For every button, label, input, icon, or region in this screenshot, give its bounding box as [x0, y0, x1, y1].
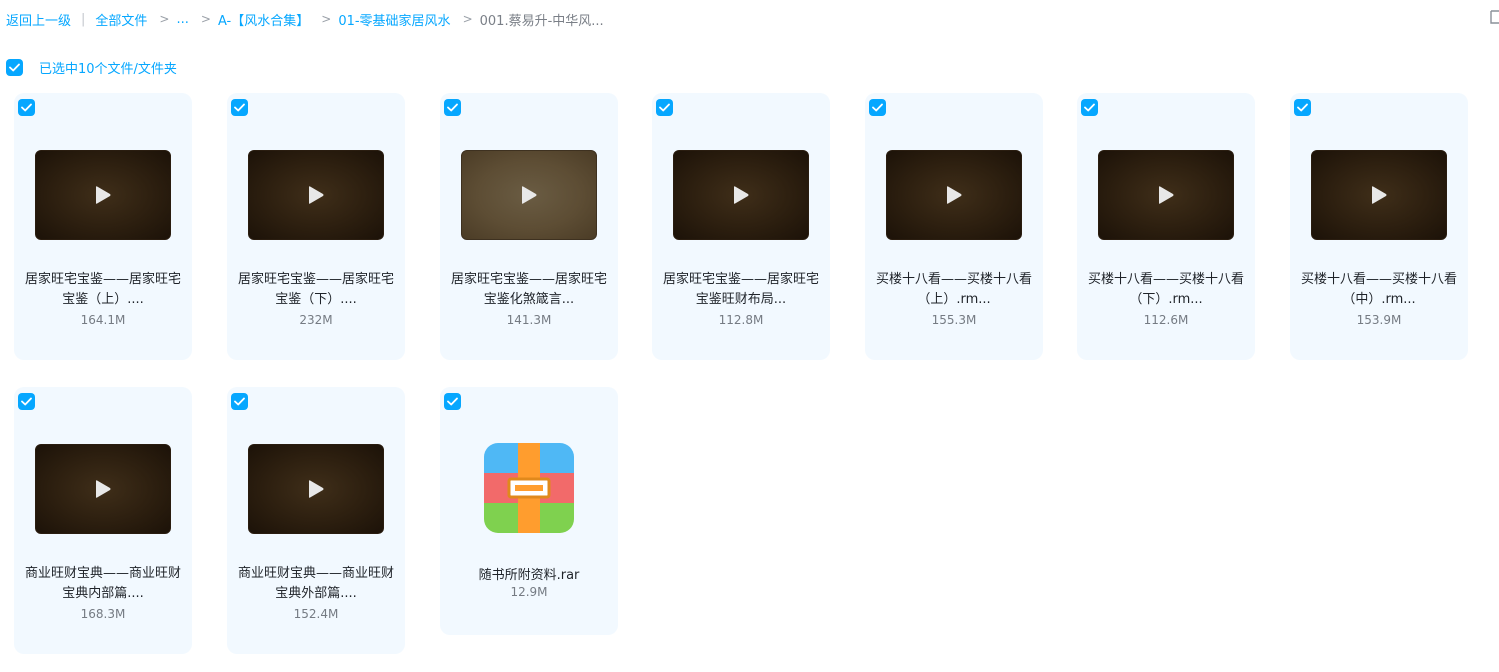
play-icon — [734, 186, 749, 204]
chevron-right-icon: > — [159, 12, 170, 26]
rar-archive-icon — [484, 443, 574, 533]
breadcrumb-ellipsis[interactable]: ... — [176, 12, 188, 27]
file-size: 112.8M — [718, 313, 764, 327]
breadcrumb-home-fengshui[interactable]: 01-零基础家居风水 — [338, 10, 450, 29]
checkmark-icon — [447, 103, 458, 112]
checkmark-icon — [234, 103, 245, 112]
breadcrumb: 返回上一级 | 全部文件 > ... > A-【风水合集】 > 01-零基础家居… — [6, 10, 604, 29]
video-thumbnail — [1311, 150, 1447, 240]
file-size: 141.3M — [506, 313, 552, 327]
file-checkbox[interactable] — [18, 99, 35, 116]
file-name: 买楼十八看——买楼十八看（上）.rm... — [875, 272, 1032, 307]
file-size: 164.1M — [80, 313, 126, 327]
checkmark-icon — [447, 397, 458, 406]
play-icon — [522, 186, 537, 204]
file-name: 商业旺财宝典——商业旺财宝典内部篇.... — [24, 566, 181, 601]
file-checkbox[interactable] — [869, 99, 886, 116]
file-card[interactable]: 居家旺宅宝鉴——居家旺宅宝鉴化煞箴言... 141.3M — [440, 93, 618, 360]
breadcrumb-all-files[interactable]: 全部文件 — [95, 10, 147, 29]
view-toggle-icon[interactable] — [1490, 10, 1499, 24]
selection-count-label: 已选中10个文件/文件夹 — [39, 61, 177, 77]
file-card[interactable]: 居家旺宅宝鉴——居家旺宅宝鉴（下）.... 232M — [227, 93, 405, 360]
video-thumbnail — [35, 444, 171, 534]
file-size: 168.3M — [80, 607, 126, 621]
checkmark-icon — [659, 103, 670, 112]
file-checkbox[interactable] — [18, 393, 35, 410]
file-name: 居家旺宅宝鉴——居家旺宅宝鉴（下）.... — [237, 272, 394, 307]
video-thumbnail — [673, 150, 809, 240]
file-card[interactable]: 买楼十八看——买楼十八看（上）.rm... 155.3M — [865, 93, 1043, 360]
chevron-right-icon: > — [200, 12, 211, 26]
checkmark-icon — [21, 103, 32, 112]
play-icon — [309, 480, 324, 498]
file-size: 155.3M — [931, 313, 977, 327]
file-checkbox[interactable] — [231, 99, 248, 116]
video-thumbnail — [248, 150, 384, 240]
file-checkbox[interactable] — [1081, 99, 1098, 116]
selection-bar: 已选中10个文件/文件夹 — [6, 58, 177, 77]
file-card[interactable]: 商业旺财宝典——商业旺财宝典外部篇.... 152.4M — [227, 387, 405, 654]
file-card[interactable]: 随书所附资料.rar 12.9M — [440, 387, 618, 635]
file-name: 买楼十八看——买楼十八看（中）.rm... — [1300, 272, 1457, 307]
file-name: 居家旺宅宝鉴——居家旺宅宝鉴化煞箴言... — [450, 272, 607, 307]
checkmark-icon — [9, 63, 20, 71]
file-size: 232M — [299, 313, 333, 327]
file-checkbox[interactable] — [444, 99, 461, 116]
breadcrumb-current: 001.蔡易升-中华风... — [479, 13, 604, 29]
file-checkbox[interactable] — [444, 393, 461, 410]
file-size: 153.9M — [1356, 313, 1402, 327]
file-size: 12.9M — [510, 585, 548, 599]
file-name: 买楼十八看——买楼十八看（下）.rm... — [1087, 272, 1244, 307]
file-card[interactable]: 买楼十八看——买楼十八看（中）.rm... 153.9M — [1290, 93, 1468, 360]
play-icon — [309, 186, 324, 204]
back-link[interactable]: 返回上一级 — [6, 10, 71, 29]
video-thumbnail — [886, 150, 1022, 240]
file-card[interactable]: 买楼十八看——买楼十八看（下）.rm... 112.6M — [1077, 93, 1255, 360]
file-size: 152.4M — [293, 607, 339, 621]
file-name: 商业旺财宝典——商业旺财宝典外部篇.... — [237, 566, 394, 601]
file-card[interactable]: 居家旺宅宝鉴——居家旺宅宝鉴（上）.... 164.1M — [14, 93, 192, 360]
file-card[interactable]: 商业旺财宝典——商业旺财宝典内部篇.... 168.3M — [14, 387, 192, 654]
play-icon — [1372, 186, 1387, 204]
checkmark-icon — [234, 397, 245, 406]
file-checkbox[interactable] — [1294, 99, 1311, 116]
video-thumbnail — [35, 150, 171, 240]
checkmark-icon — [21, 397, 32, 406]
select-all-checkbox[interactable] — [6, 58, 23, 76]
checkmark-icon — [872, 103, 883, 112]
checkmark-icon — [1297, 103, 1308, 112]
chevron-right-icon: > — [462, 12, 473, 26]
breadcrumb-divider: | — [81, 11, 86, 27]
video-thumbnail — [1098, 150, 1234, 240]
play-icon — [96, 480, 111, 498]
video-thumbnail — [248, 444, 384, 534]
file-name: 随书所附资料.rar — [478, 568, 580, 583]
chevron-right-icon: > — [321, 12, 332, 26]
play-icon — [1159, 186, 1174, 204]
file-checkbox[interactable] — [656, 99, 673, 116]
file-name: 居家旺宅宝鉴——居家旺宅宝鉴旺财布局... — [662, 272, 819, 307]
file-checkbox[interactable] — [231, 393, 248, 410]
breadcrumb-fengshui-collection[interactable]: A-【风水合集】 — [218, 10, 309, 29]
play-icon — [96, 186, 111, 204]
checkmark-icon — [1084, 103, 1095, 112]
play-icon — [947, 186, 962, 204]
file-card[interactable]: 居家旺宅宝鉴——居家旺宅宝鉴旺财布局... 112.8M — [652, 93, 830, 360]
file-name: 居家旺宅宝鉴——居家旺宅宝鉴（上）.... — [24, 272, 181, 307]
video-thumbnail — [461, 150, 597, 240]
file-size: 112.6M — [1143, 313, 1189, 327]
